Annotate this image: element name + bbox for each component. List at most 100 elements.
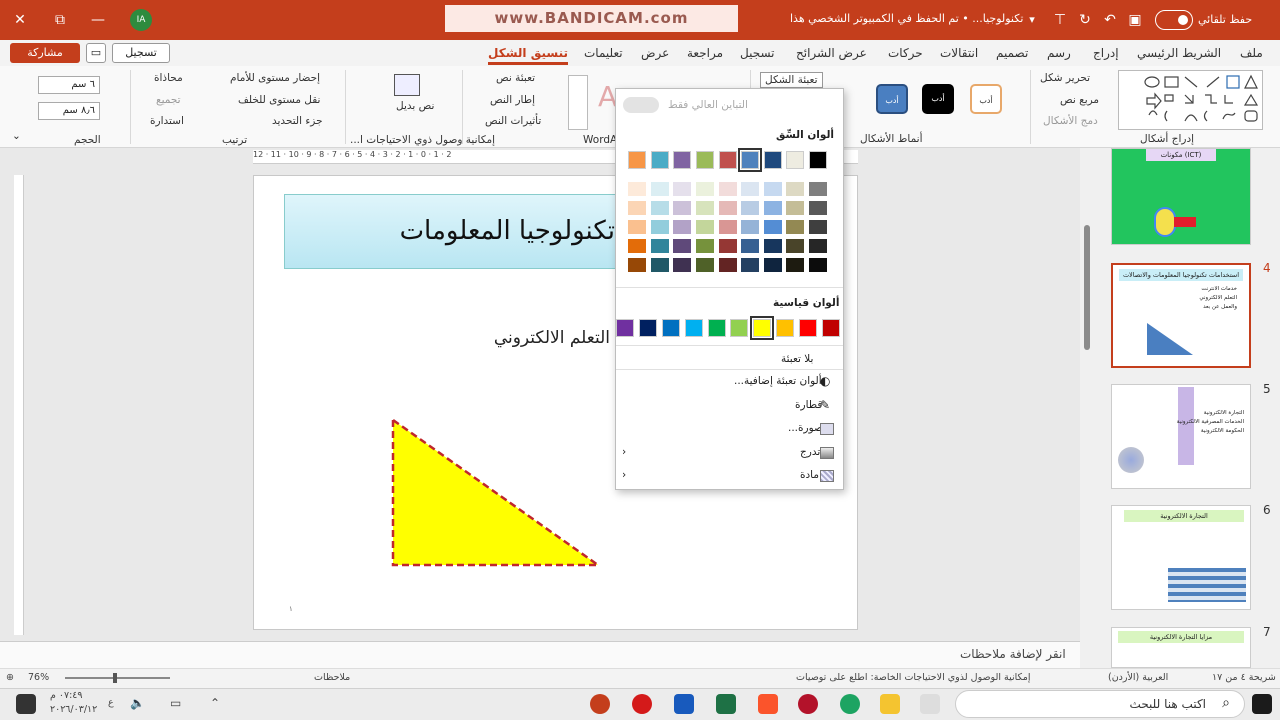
theme-shade-swatch[interactable] [809, 239, 827, 253]
theme-shade-swatch[interactable] [741, 201, 760, 215]
shape-fill-dropdown[interactable]: تعبئة الشكل [760, 72, 823, 88]
tab-design[interactable]: تصميم [996, 46, 1028, 60]
theme-shade-swatch[interactable] [696, 258, 714, 272]
theme-color-swatch[interactable] [763, 151, 782, 169]
width-input[interactable]: ٨٫٦ سم [38, 102, 100, 120]
selected-triangle-shape[interactable] [388, 415, 603, 570]
shape-style-blue[interactable]: أدب [876, 84, 908, 114]
powerpoint-icon[interactable] [590, 694, 610, 714]
avatar[interactable]: IA [130, 9, 152, 31]
eyedropper-option[interactable]: قطارة [795, 399, 822, 411]
network-icon[interactable]: ▭ [170, 696, 181, 710]
theme-shade-swatch[interactable] [809, 182, 827, 196]
theme-shade-swatch[interactable] [696, 201, 714, 215]
autosave-toggle[interactable] [1155, 10, 1193, 30]
standard-color-swatch[interactable] [638, 319, 657, 337]
theme-shade-swatch[interactable] [809, 201, 827, 215]
rotate-button[interactable]: استدارة [150, 115, 184, 127]
slide-title[interactable]: تكنولوجيا المعلومات والاتصالات [284, 194, 624, 269]
group-button[interactable]: تجميع [156, 94, 181, 106]
document-title[interactable]: تكنولوجيا... • تم الحفظ في الكمبيوتر الش… [790, 12, 1023, 25]
tab-help[interactable]: تعليمات [584, 46, 623, 60]
theme-shade-swatch[interactable] [786, 258, 805, 272]
standard-color-swatch[interactable] [750, 316, 775, 340]
input-language[interactable]: ع [108, 697, 114, 708]
file-explorer-icon[interactable] [880, 694, 900, 714]
merge-shapes-button[interactable]: دمج الأشكال [1043, 115, 1098, 127]
theme-shade-swatch[interactable] [786, 201, 805, 215]
theme-shade-swatch[interactable] [696, 182, 714, 196]
theme-shade-swatch[interactable] [718, 220, 737, 234]
theme-shade-swatch[interactable] [786, 239, 805, 253]
theme-shade-swatch[interactable] [650, 220, 669, 234]
collapse-ribbon-icon[interactable]: ⌄ [12, 130, 21, 142]
theme-shade-swatch[interactable] [763, 258, 782, 272]
theme-shade-swatch[interactable] [628, 182, 647, 196]
theme-color-swatch[interactable] [628, 151, 647, 169]
record-button[interactable]: تسجيل [112, 43, 170, 63]
notes-placeholder[interactable]: انقر لإضافة ملاحظات [960, 647, 1066, 661]
theme-color-swatch[interactable] [738, 148, 763, 172]
minimize-icon[interactable]: — [88, 10, 108, 30]
tab-review[interactable]: مراجعة [687, 46, 723, 60]
present-icon[interactable]: ⊤ [1050, 10, 1070, 30]
theme-shade-swatch[interactable] [763, 239, 782, 253]
restore-icon[interactable]: ⧉ [50, 10, 70, 30]
send-backward-button[interactable]: نقل مستوى للخلف [238, 94, 320, 106]
accessibility-status[interactable]: إمكانية الوصول لذوي الاحتياجات الخاصة: ا… [796, 672, 1030, 683]
theme-shade-swatch[interactable] [628, 220, 647, 234]
fit-slide-icon[interactable]: ⊕ [6, 672, 14, 683]
theme-shade-swatch[interactable] [673, 220, 692, 234]
theme-shade-swatch[interactable] [809, 220, 827, 234]
picture-option[interactable]: صورة... [788, 422, 823, 434]
theme-shade-swatch[interactable] [718, 239, 737, 253]
tab-view[interactable]: عرض [641, 46, 669, 60]
theme-shade-swatch[interactable] [696, 220, 714, 234]
standard-color-swatch[interactable] [730, 319, 749, 337]
share-button[interactable]: مشاركة [10, 43, 80, 63]
undo-icon[interactable]: ↶ [1100, 10, 1120, 30]
standard-color-swatch[interactable] [615, 319, 634, 337]
slide-thumbnail-4[interactable]: استخدامات تكنولوجيا المعلومات والاتصالات… [1111, 263, 1251, 368]
theme-shade-swatch[interactable] [628, 258, 647, 272]
theme-color-swatch[interactable] [809, 151, 827, 169]
tab-slideshow[interactable]: عرض الشرائح [796, 46, 867, 60]
shapes-gallery[interactable] [1118, 70, 1263, 130]
theme-shade-swatch[interactable] [741, 220, 760, 234]
theme-color-swatch[interactable] [718, 151, 737, 169]
slide-thumbnail-7[interactable]: مزايا التجارة الالكترونية [1111, 627, 1251, 668]
tab-record[interactable]: تسجيل [740, 46, 775, 60]
theme-shade-swatch[interactable] [786, 220, 805, 234]
theme-shade-swatch[interactable] [763, 201, 782, 215]
theme-shade-swatch[interactable] [741, 258, 760, 272]
shape-style-orange-outline[interactable]: أدب [970, 84, 1002, 114]
tab-animations[interactable]: حركات [888, 46, 923, 60]
chrome-icon[interactable] [840, 694, 860, 714]
notes-pane[interactable] [0, 641, 1080, 668]
shape-style-black[interactable]: أدب [922, 84, 954, 114]
language-status[interactable]: العربية (الأردن) [1108, 672, 1168, 683]
tab-file[interactable]: ملف [1240, 46, 1263, 60]
slide-thumbnail-5[interactable]: التجارة الالكترونية الخدمات المصرفية الا… [1111, 384, 1251, 489]
brave-icon[interactable] [758, 694, 778, 714]
standard-color-swatch[interactable] [799, 319, 818, 337]
alt-text-button[interactable]: نص بديل [396, 100, 434, 112]
selection-pane-button[interactable]: جزء التحديد [272, 115, 323, 127]
height-input[interactable]: ٦ سم [38, 76, 100, 94]
tab-shape-format[interactable]: تنسيق الشكل [488, 46, 569, 65]
theme-shade-swatch[interactable] [718, 201, 737, 215]
theme-shade-swatch[interactable] [673, 182, 692, 196]
standard-color-swatch[interactable] [661, 319, 680, 337]
theme-shade-swatch[interactable] [650, 258, 669, 272]
tab-transitions[interactable]: انتقالات [940, 46, 978, 60]
slide-thumbnail-3[interactable]: مكونات (ICT) [1111, 148, 1251, 245]
close-icon[interactable]: ✕ [10, 10, 30, 30]
text-effects-button[interactable]: تأثيرات النص [485, 115, 541, 127]
bring-forward-button[interactable]: إحضار مستوى للأمام [230, 72, 320, 84]
theme-color-swatch[interactable] [650, 151, 669, 169]
redo-icon[interactable]: ↻ [1075, 10, 1095, 30]
editor-scrollbar[interactable] [1084, 225, 1090, 350]
theme-shade-swatch[interactable] [628, 239, 647, 253]
slide-subtitle[interactable]: التعلم الالكتروني [420, 328, 610, 348]
theme-shade-swatch[interactable] [763, 182, 782, 196]
